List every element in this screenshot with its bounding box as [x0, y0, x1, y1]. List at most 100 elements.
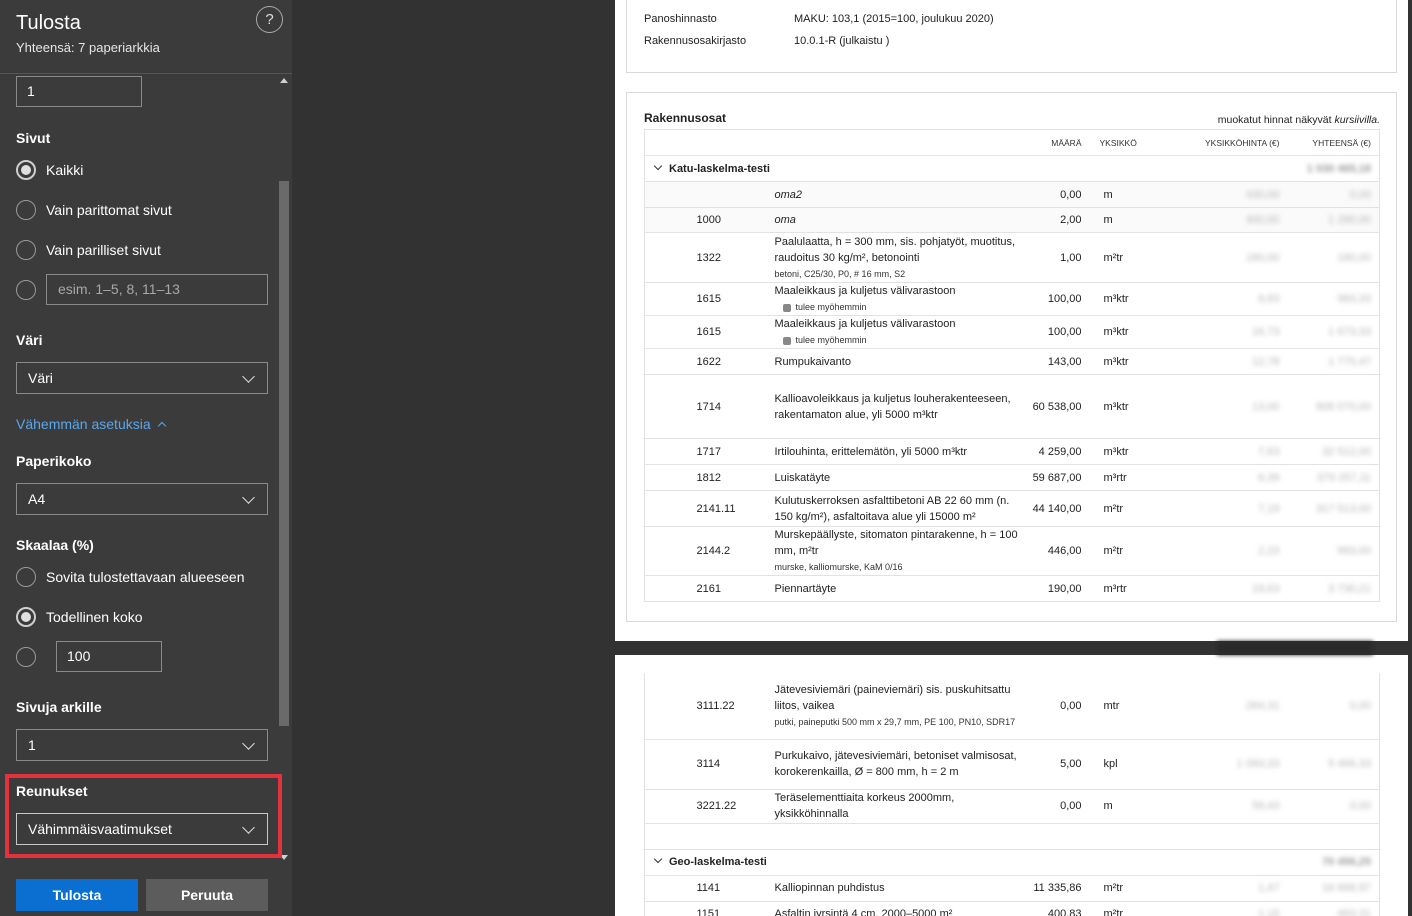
cell-total: 463,31 — [1287, 901, 1380, 916]
cell-price: 9,83 — [1167, 282, 1288, 316]
item-name: Murskepäällyste, sitomaton pintarakenne,… — [774, 529, 1018, 557]
print-button[interactable]: Tulosta — [16, 879, 138, 911]
cell-unit: m — [1087, 181, 1168, 208]
panel-scrollbar[interactable] — [278, 74, 290, 864]
cell-unit: m²tr — [1087, 232, 1168, 283]
scale-input[interactable]: 100 — [56, 641, 162, 672]
preview-page-2: 3111.22 Jätevesiviemäri (paineviemäri) si… — [615, 655, 1408, 916]
cell-price: 59,43 — [1167, 789, 1288, 824]
chevron-down-icon — [242, 370, 255, 383]
cell-qty: 1,00 — [1021, 232, 1088, 283]
radio-icon[interactable] — [16, 200, 36, 220]
cell-price: 7,19 — [1167, 490, 1288, 527]
cell-price: 6,39 — [1167, 464, 1288, 491]
cell-price: 2,23 — [1167, 526, 1288, 576]
cell-qty: 4 259,00 — [1021, 438, 1088, 465]
scale-actual-option[interactable]: Todellinen koko — [16, 606, 143, 628]
help-icon[interactable]: ? — [256, 6, 283, 33]
scroll-up-icon[interactable] — [280, 78, 288, 83]
info-icon — [782, 303, 791, 312]
meta-value: MAKU: 103,1 (2015=100, joulukuu 2020) — [794, 13, 994, 25]
blurred-price: 59,43 — [1251, 800, 1280, 812]
edited-prices-note: muokatut hinnat näkyvät kursiivilla. — [1218, 114, 1380, 126]
item-name: Paalulaatta, h = 300 mm, sis. pohjatyöt,… — [774, 235, 1016, 264]
less-settings-link[interactable]: Vähemmän asetuksia — [16, 416, 166, 432]
pages-per-sheet-label: Sivuja arkille — [16, 699, 102, 715]
radio-checked-icon[interactable] — [16, 607, 36, 627]
pages-range-input[interactable]: esim. 1–5, 8, 11–13 — [46, 274, 268, 305]
cell-name: oma2 — [771, 181, 1022, 208]
cell-unit: m²tr — [1087, 526, 1168, 576]
option-label: Todellinen koko — [46, 609, 143, 625]
page-gap-shadow — [1217, 641, 1373, 655]
cell-code: 1151 — [694, 901, 772, 916]
chevron-down-icon[interactable] — [653, 161, 663, 170]
blurred-price: 13,00 — [1251, 400, 1280, 413]
option-label: Kaikki — [46, 162, 84, 178]
copies-input[interactable]: 1 — [16, 76, 142, 107]
item-name: Irtilouhinta, erittelemätön, yli 5000 m³… — [774, 445, 968, 458]
radio-icon[interactable] — [16, 280, 36, 300]
pages-even-option[interactable]: Vain parilliset sivut — [16, 239, 161, 261]
cell-qty: 2,00 — [1021, 207, 1088, 233]
settings-scroll[interactable]: 1 Sivut Kaikki Vain parittomat sivut Vai… — [0, 74, 292, 864]
pages-per-sheet-select[interactable]: 1 — [16, 729, 268, 761]
cell-code: 1717 — [694, 438, 772, 465]
blurred-total: 5 466,33 — [1328, 758, 1371, 770]
blurred-price: 6,39 — [1258, 471, 1280, 484]
group-name: Geo-laskelma-testi — [669, 856, 767, 868]
radio-icon[interactable] — [16, 647, 36, 667]
cell-code: 1714 — [694, 374, 772, 439]
cell-code: 1622 — [694, 348, 772, 375]
item-name: Asfaltin jyrsintä 4 cm, 2000–5000 m² — [774, 908, 953, 916]
cell-name: Rumpukaivanto — [771, 348, 1022, 375]
group-row[interactable]: Katu-laskelma-testi 1 030 465,18 — [644, 155, 1380, 182]
blurred-price: 2,23 — [1258, 545, 1280, 557]
pages-custom-option[interactable] — [16, 279, 36, 301]
radio-checked-icon[interactable] — [16, 160, 36, 180]
color-label: Väri — [16, 332, 43, 348]
cell-name: Piennartäyte — [771, 575, 1022, 602]
scrollbar-thumb[interactable] — [279, 181, 289, 726]
blurred-price: 1,47 — [1258, 882, 1280, 894]
cell-code: 2161 — [694, 575, 772, 602]
cell-price: 180,00 — [1167, 232, 1288, 283]
cell-total: 5 466,33 — [1287, 739, 1380, 790]
chevron-down-icon[interactable] — [653, 854, 663, 864]
cell-name: Irtilouhinta, erittelemätön, yli 5000 m³… — [771, 438, 1022, 465]
item-name: Piennartäyte — [774, 582, 837, 595]
pages-odd-option[interactable]: Vain parittomat sivut — [16, 199, 172, 221]
scale-custom-option[interactable] — [16, 646, 36, 668]
scale-fit-option[interactable]: Sovita tulostettavaan alueeseen — [16, 566, 244, 588]
cell-qty: 190,00 — [1021, 575, 1088, 602]
cell-total: 993,00 — [1287, 526, 1380, 576]
cell-price: 7,63 — [1167, 438, 1288, 465]
radio-icon[interactable] — [16, 240, 36, 260]
table-row: 2161 Piennartäyte 190,00 m³rtr 19,63 3 730,21 — [644, 575, 1380, 602]
cell-qty: 446,00 — [1021, 526, 1088, 576]
table-row: 1717 Irtilouhinta, erittelemätön, yli 500… — [644, 438, 1380, 465]
radio-icon[interactable] — [16, 567, 36, 587]
item-name: oma — [774, 214, 796, 226]
item-note: putki, paineputki 500 mm x 29,7 mm, PE 1… — [774, 716, 1016, 727]
color-select[interactable]: Väri — [16, 362, 268, 394]
cell-unit: m³rtr — [1087, 464, 1168, 491]
item-name: Purkukaivo, jätevesiviemäri, betoniset v… — [774, 750, 1017, 778]
pages-all-option[interactable]: Kaikki — [16, 159, 83, 181]
item-note: murske, kalliomurske, KaM 0/16 — [774, 562, 903, 572]
cell-total: 0,00 — [1287, 673, 1380, 740]
cell-code — [694, 181, 772, 208]
cell-name: Maaleikkaus ja kuljetus välivarastoon tul… — [771, 282, 1022, 316]
cell-unit: m²tr — [1087, 875, 1168, 902]
paper-size-select[interactable]: A4 — [16, 483, 268, 515]
status-badge: tulee myöhemmin — [775, 299, 1022, 315]
cell-price: 1 093,33 — [1167, 739, 1288, 790]
cancel-button[interactable]: Peruuta — [146, 879, 268, 911]
cell-unit: m³ktr — [1087, 438, 1168, 465]
paper-size-value: A4 — [28, 491, 46, 507]
group-row[interactable]: Geo-laskelma-testi 70 456,25 — [644, 849, 1380, 876]
cell-price: 12,78 — [1167, 348, 1288, 375]
cell-code: 3221.22 — [694, 789, 772, 824]
cell-total: 0,00 — [1287, 789, 1380, 824]
table-row: 3221.22 Teräselementtiaita korkeus 2000mm… — [644, 789, 1380, 824]
